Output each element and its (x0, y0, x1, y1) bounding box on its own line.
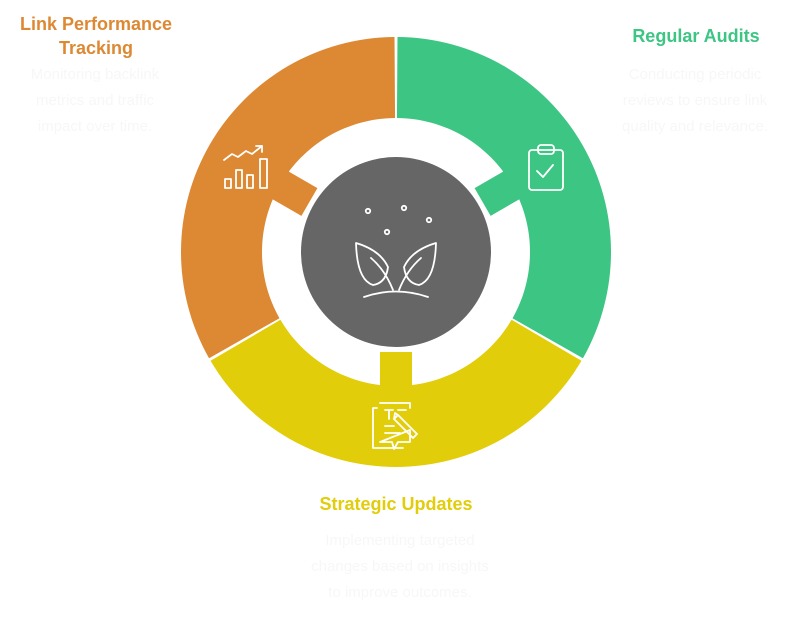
segment-description-updates: Implementing targeted changes based on i… (311, 532, 489, 601)
title-line: Link Performance (19, 14, 173, 34)
title-line: Strategic Updates (319, 494, 473, 514)
title-line: Tracking (58, 38, 134, 58)
segment-title-audits: Regular Audits (600, 24, 792, 48)
segment-description-performance: Monitoring backlink metrics and traffic … (30, 66, 160, 135)
segment-title-performance: Link Performance Tracking (0, 12, 192, 60)
segment-title-updates: Strategic Updates (296, 492, 496, 516)
title-line: Regular Audits (632, 26, 760, 46)
segment-description-audits: Conducting periodic reviews to ensure li… (622, 66, 768, 135)
ring-tab-updates (380, 352, 412, 390)
center-circle (301, 157, 491, 347)
